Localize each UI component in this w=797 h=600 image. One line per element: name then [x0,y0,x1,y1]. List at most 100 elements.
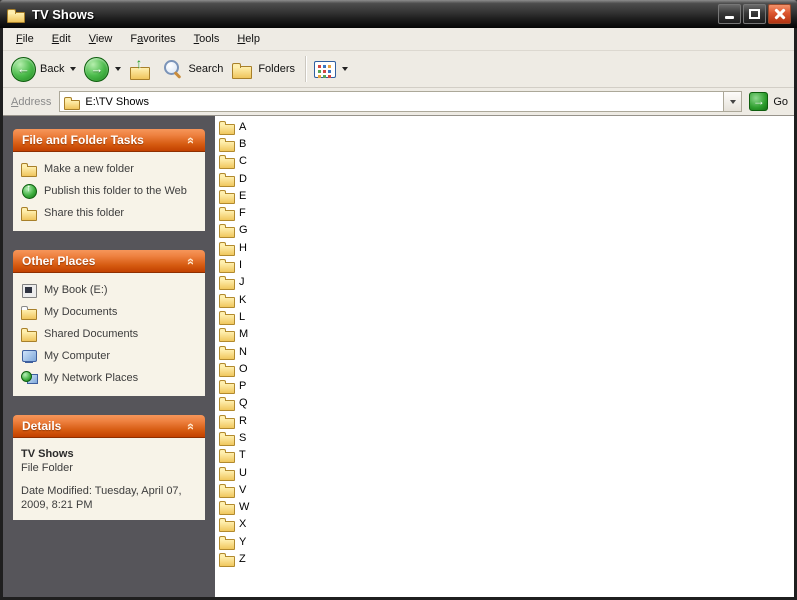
folder-item-d[interactable]: D [219,170,309,187]
folder-item-i[interactable]: I [219,256,309,274]
views-icon [314,60,337,78]
folder-item-label: U [239,466,247,479]
collapse-chevron-icon[interactable] [182,418,198,434]
folder-icon [219,293,236,308]
folder-icon [219,120,236,135]
folder-item-c[interactable]: C [219,153,309,170]
folder-item-v[interactable]: V [219,481,309,498]
maximize-button[interactable] [743,4,766,24]
folder-item-n[interactable]: N [219,343,309,360]
folder-item-label: D [239,172,247,185]
folder-item-z[interactable]: Z [219,550,309,568]
menu-item-file[interactable]: File [7,29,43,50]
folder-item-q[interactable]: Q [219,395,309,412]
folder-item-label: C [239,155,247,168]
back-dropdown-icon[interactable] [70,67,77,71]
folder-item-k[interactable]: K [219,291,309,308]
folder-item-x[interactable]: X [219,516,309,533]
folder-item-label: O [239,362,248,375]
my-computer-icon [21,348,38,364]
folder-item-f[interactable]: F [219,204,309,222]
window-title: TV Shows [32,6,95,22]
folder-item-r[interactable]: R [219,412,309,429]
task-item-label: Share this folder [44,207,125,219]
task-item[interactable]: My Network Places [21,370,197,386]
forward-dropdown-icon[interactable] [115,67,122,71]
task-item[interactable]: Publish this folder to the Web [21,183,197,199]
menu-item-edit[interactable]: Edit [43,29,80,50]
folder-item-m[interactable]: M [219,326,309,343]
folder-icon [219,327,236,343]
task-item[interactable]: My Computer [21,348,197,364]
folder-item-o[interactable]: O [219,360,309,377]
panel-details: Details TV Shows File Folder Date Modified… [13,415,205,520]
folder-item-h[interactable]: H [219,239,309,256]
folder-icon [219,258,236,274]
collapse-chevron-icon[interactable] [182,132,198,148]
folder-item-label: L [239,310,246,323]
folder-item-y[interactable]: Y [219,533,309,550]
publish-web-icon [21,183,38,199]
menu-item-view[interactable]: View [80,29,122,50]
folder-item-label: Q [239,397,248,410]
views-button[interactable] [314,60,349,78]
panel-body-places: My Book (E:) My Documents Shared Documents… [13,273,205,396]
folder-item-e[interactable]: E [219,187,309,204]
folder-item-label: F [239,207,246,220]
folder-item-label: K [239,293,247,306]
up-button[interactable] [129,55,152,80]
folder-icon [219,483,236,498]
folders-button[interactable]: Folders [231,60,296,79]
address-dropdown-button[interactable] [723,92,742,111]
folder-item-p[interactable]: P [219,377,309,395]
folder-item-j[interactable]: J [219,274,309,291]
views-dropdown-icon[interactable] [342,67,349,71]
task-item-label: Shared Documents [44,328,139,340]
folder-item-u[interactable]: U [219,464,309,481]
menu-item-tools[interactable]: Tools [185,29,229,50]
folder-item-g[interactable]: G [219,222,309,239]
folders-label: Folders [258,63,296,75]
panel-header-tasks[interactable]: File and Folder Tasks [13,129,205,152]
menu-bar: File Edit View Favorites Tools Help [3,28,794,51]
go-button[interactable]: Go [749,92,788,111]
forward-button[interactable] [84,56,122,82]
folder-item-w[interactable]: W [219,499,309,516]
folder-icon [219,552,236,568]
address-combo[interactable]: E:\TV Shows [59,91,743,112]
address-bar: Address E:\TV Shows Go [3,88,794,116]
sidebar: File and Folder Tasks Make a new folder P… [3,116,215,597]
panel-header-details[interactable]: Details [13,415,205,438]
folder-item-a[interactable]: A [219,118,309,135]
panel-header-places[interactable]: Other Places [13,250,205,273]
menu-item-favorites[interactable]: Favorites [121,29,184,50]
panel-body-details: TV Shows File Folder Date Modified: Tuesda… [13,438,205,520]
folder-icon [219,500,236,516]
folder-item-t[interactable]: T [219,447,309,464]
task-item[interactable]: My Documents [21,304,197,320]
folder-icon [219,137,236,152]
close-button[interactable] [768,4,791,24]
folder-item-b[interactable]: B [219,135,309,152]
task-item[interactable]: Shared Documents [21,326,197,342]
task-item-label: My Computer [44,350,111,362]
back-button[interactable]: Back [11,56,77,82]
folder-item-s[interactable]: S [219,429,309,446]
address-label: Address [11,95,52,108]
search-button[interactable]: Search [162,58,223,80]
folder-icon [219,241,236,256]
toolbar: Back Search Folders [3,51,794,88]
folder-icon [219,466,236,481]
address-value[interactable]: E:\TV Shows [85,96,723,108]
folder-item-label: V [239,483,247,496]
collapse-chevron-icon[interactable] [182,253,198,269]
folder-item-label: G [239,224,248,237]
task-item[interactable]: Share this folder [21,205,197,221]
panel-file-and-folder-tasks: File and Folder Tasks Make a new folder P… [13,129,205,231]
forward-icon [84,56,110,82]
menu-item-help[interactable]: Help [228,29,269,50]
task-item[interactable]: My Book (E:) [21,282,197,298]
task-item[interactable]: Make a new folder [21,161,197,177]
minimize-button[interactable] [718,4,741,24]
folder-item-l[interactable]: L [219,308,309,325]
